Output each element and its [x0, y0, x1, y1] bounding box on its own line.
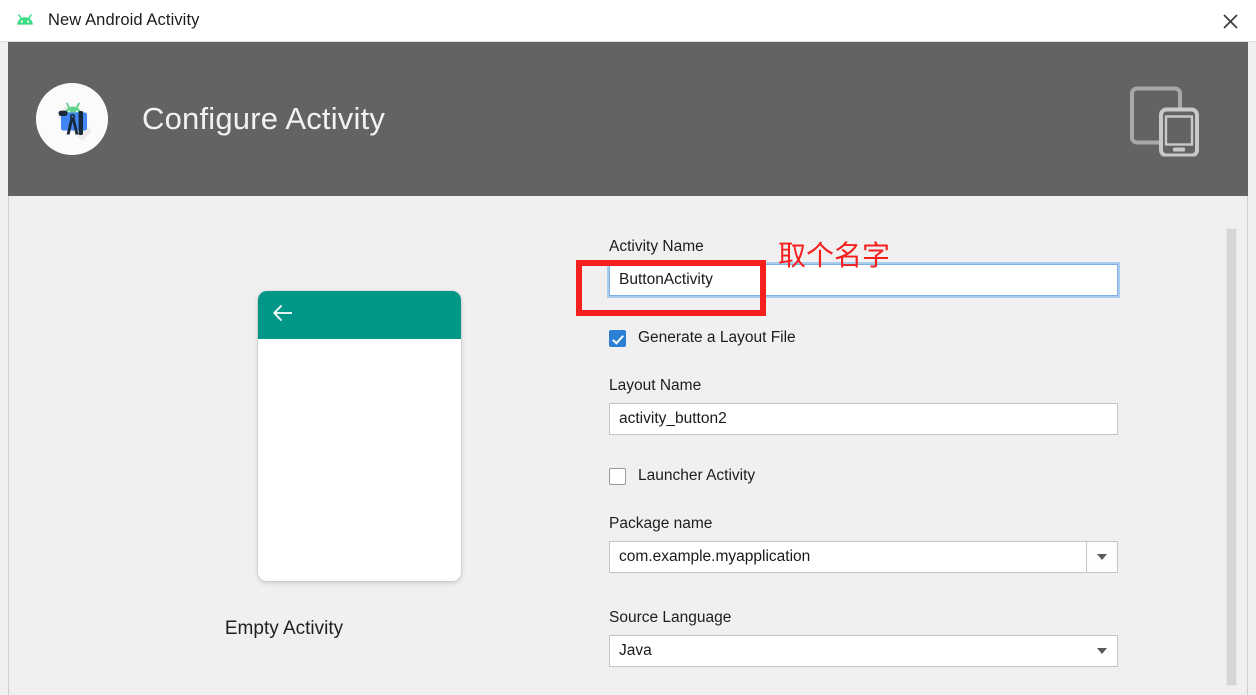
layout-name-value: activity_button2 [619, 410, 727, 427]
tablet-and-phone-icon [1130, 77, 1206, 162]
package-name-combobox[interactable]: com.example.myapplication [609, 541, 1118, 573]
close-icon [1222, 13, 1238, 29]
source-language-value: Java [619, 642, 652, 659]
annotation-text: 取个名字 [778, 239, 891, 272]
layout-name-label: Layout Name [609, 377, 702, 394]
new-android-activity-dialog: New Android Activity Configure Activity … [0, 0, 1256, 695]
template-preview-pane: Empty Activity [9, 196, 559, 695]
chevron-down-icon [1096, 648, 1107, 654]
package-name-dropdown-button[interactable] [1086, 542, 1117, 572]
layout-name-input[interactable]: activity_button2 [609, 403, 1118, 435]
template-name-label: Empty Activity [224, 618, 344, 639]
generate-layout-checkbox[interactable] [609, 329, 626, 347]
dialog-body: Empty Activity Activity Name ButtonActiv… [8, 196, 1248, 695]
chevron-down-icon [1097, 554, 1107, 560]
activity-settings-form: Activity Name ButtonActivity Generate a … [601, 196, 1201, 695]
dialog-header: Configure Activity [8, 42, 1248, 196]
vertical-scrollbar-thumb[interactable] [1226, 228, 1237, 686]
source-language-dropdown-button[interactable] [1086, 636, 1117, 666]
activity-preview-card [258, 291, 461, 581]
launcher-activity-checkbox[interactable] [609, 467, 626, 485]
package-name-label: Package name [609, 515, 713, 532]
preview-appbar [258, 291, 461, 339]
source-language-combobox[interactable]: Java [609, 635, 1118, 667]
activity-name-value: ButtonActivity [619, 271, 713, 288]
android-studio-logo-icon [36, 83, 108, 155]
launcher-activity-checkbox-row[interactable]: Launcher Activity [609, 467, 755, 485]
launcher-activity-label: Launcher Activity [638, 467, 756, 484]
window-title: New Android Activity [48, 11, 200, 29]
window-titlebar: New Android Activity [0, 0, 1256, 42]
generate-layout-label: Generate a Layout File [638, 329, 796, 346]
close-button[interactable] [1204, 0, 1256, 42]
package-name-value: com.example.myapplication [619, 548, 811, 565]
source-language-label: Source Language [609, 609, 732, 626]
generate-layout-checkbox-row[interactable]: Generate a Layout File [609, 329, 796, 347]
back-arrow-icon [272, 304, 294, 327]
android-icon [12, 8, 38, 34]
page-title: Configure Activity [142, 101, 386, 136]
